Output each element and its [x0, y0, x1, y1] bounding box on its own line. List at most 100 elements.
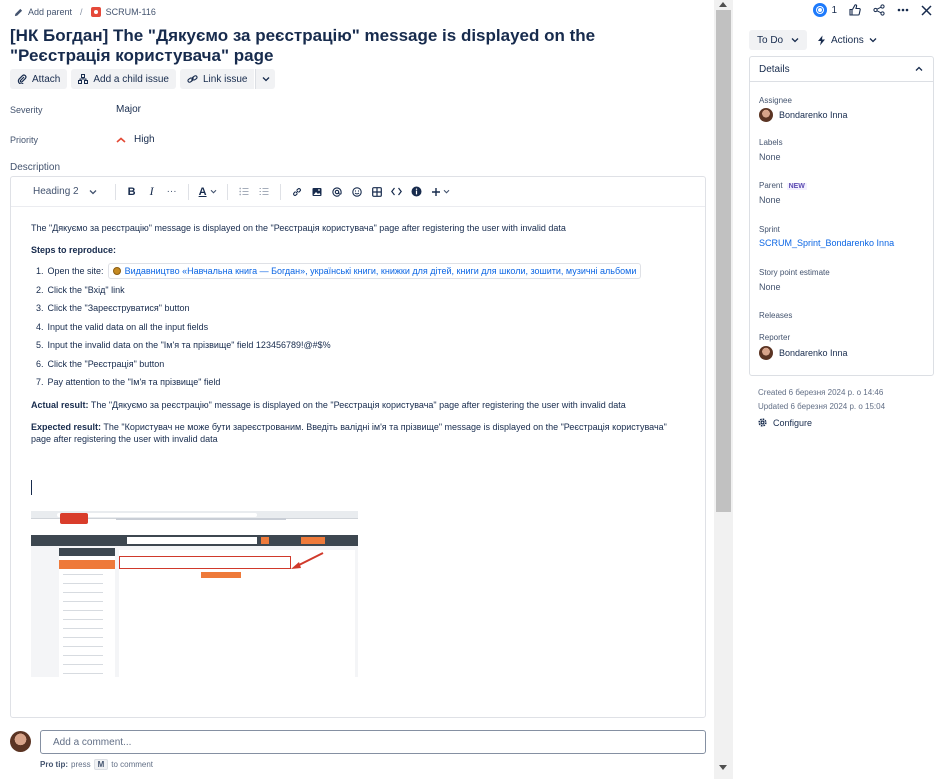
issue-header-actions: 1: [813, 3, 932, 17]
story-points-value[interactable]: None: [759, 282, 781, 292]
thumb-sidebar: [59, 548, 115, 677]
details-title: Details: [759, 63, 790, 75]
keyboard-key-m: M: [93, 759, 109, 770]
parent-value[interactable]: None: [759, 195, 781, 205]
add-comment-input[interactable]: Add a comment...: [40, 730, 706, 754]
link-issue-button[interactable]: Link issue: [179, 69, 255, 89]
labels-value[interactable]: None: [759, 152, 781, 162]
list-item: 5. Input the invalid data on the "Ім'я та…: [36, 340, 331, 351]
table-icon: [371, 186, 382, 197]
watchers-count: 1: [831, 4, 837, 16]
add-child-issue-button[interactable]: Add a child issue: [71, 69, 176, 89]
issue-side-panel: 1 To Do Actions Details Assignee Bondare…: [733, 0, 946, 779]
text-color-glyph: A: [198, 185, 207, 198]
configure-link[interactable]: Configure: [757, 417, 812, 428]
chevron-down-icon: [89, 189, 97, 194]
assignee-label: Assignee: [759, 96, 792, 105]
steps-list: 1. Open the site: Видавництво «Навчальна…: [31, 262, 685, 392]
labels-label: Labels: [759, 138, 783, 147]
attached-screenshot-image[interactable]: [31, 511, 358, 677]
emoji-icon: [351, 186, 362, 197]
created-timestamp: Created 6 березня 2024 р. о 14:46: [758, 388, 884, 397]
assignee-value[interactable]: Bondarenko Inna: [759, 108, 848, 122]
code-icon: [391, 187, 403, 196]
parent-label: Parent NEW: [759, 181, 807, 190]
status-label: To Do: [757, 34, 784, 46]
details-header[interactable]: Details: [750, 57, 933, 82]
scroll-down-arrow-icon[interactable]: [718, 764, 728, 772]
toolbar-divider: [279, 183, 281, 200]
insert-more-button[interactable]: [427, 181, 454, 203]
thumbs-up-icon[interactable]: [849, 4, 861, 16]
actions-dropdown[interactable]: Actions: [811, 30, 883, 50]
plus-icon: [431, 187, 440, 196]
status-dropdown[interactable]: To Do: [749, 30, 808, 50]
severity-field: Severity Major: [10, 104, 141, 115]
chevron-up-icon: [915, 66, 923, 71]
mention-button[interactable]: [327, 181, 347, 203]
severity-value[interactable]: Major: [116, 104, 141, 115]
attach-button[interactable]: Attach: [10, 69, 68, 89]
thumb-site-logo: [60, 513, 88, 524]
info-panel-button[interactable]: [407, 181, 427, 203]
close-icon[interactable]: [921, 4, 932, 16]
reporter-avatar: [759, 346, 773, 360]
sprint-value-link[interactable]: SCRUM_Sprint_Bondarenko Inna: [759, 238, 894, 248]
thumb-sidebar-lines: [63, 574, 103, 674]
scroll-up-arrow-icon[interactable]: [718, 0, 728, 8]
add-parent-label: Add parent: [28, 7, 73, 17]
numbered-list-button[interactable]: [254, 181, 274, 203]
code-block-button[interactable]: [387, 181, 407, 203]
issue-title[interactable]: [НК Богдан] The "Дякуємо за реєстрацію" …: [10, 26, 700, 66]
more-options-icon[interactable]: [897, 8, 909, 12]
releases-label: Releases: [759, 311, 793, 320]
scrollbar-thumb[interactable]: [716, 10, 731, 512]
watch-button[interactable]: 1: [813, 3, 837, 17]
text-color-button[interactable]: A: [195, 181, 221, 203]
priority-value-wrapper[interactable]: High: [116, 134, 155, 145]
list-item: 2. Click the "Вхід" link: [36, 284, 125, 295]
site-inline-card-link[interactable]: Видавництво «Навчальна книга — Богдан», …: [107, 263, 642, 280]
insert-table-button[interactable]: [367, 181, 387, 203]
add-child-label: Add a child issue: [93, 73, 169, 85]
main-scrollbar[interactable]: [714, 0, 733, 779]
list-item: 4. Input the valid data on all the input …: [36, 321, 209, 332]
list-item: 3. Click the "Зареєструватися" button: [36, 303, 190, 314]
emoji-button[interactable]: [347, 181, 367, 203]
thumb-cart-button: [301, 537, 325, 544]
thumb-sidebar-header: [59, 548, 115, 556]
heading-style-dropdown[interactable]: Heading 2: [21, 181, 109, 203]
lightning-icon: [818, 35, 825, 45]
pencil-icon: [14, 8, 23, 16]
bullet-list-button[interactable]: [234, 181, 254, 203]
issue-key-link[interactable]: SCRUM-116: [90, 7, 156, 17]
italic-button[interactable]: I: [142, 181, 162, 203]
insert-image-button[interactable]: [307, 181, 327, 203]
description-intro: The "Дякуємо за реєстрацію" message is d…: [31, 223, 566, 233]
chevron-down-icon: [869, 38, 877, 43]
breadcrumb: Add parent / SCRUM-116: [14, 5, 156, 19]
description-label: Description: [10, 162, 61, 173]
share-icon[interactable]: [873, 4, 885, 16]
description-content[interactable]: The "Дякуємо за реєстрацію" message is d…: [11, 207, 705, 445]
list-item: 6. Click the "Реєстрація" button: [36, 358, 165, 369]
thumb-highlight-box: [119, 556, 291, 569]
story-points-label: Story point estimate: [759, 268, 830, 277]
breadcrumb-separator: /: [80, 7, 83, 17]
more-actions-dropdown[interactable]: [255, 69, 276, 89]
chevron-down-icon: [791, 38, 799, 43]
priority-value: High: [134, 134, 155, 145]
reporter-value[interactable]: Bondarenko Inna: [759, 346, 848, 360]
sprint-label: Sprint: [759, 225, 780, 234]
more-formatting-button[interactable]: ···: [162, 181, 182, 203]
description-editor[interactable]: Heading 2 B I ··· A The "Дякуємо за реєс…: [10, 176, 706, 718]
link-icon: [292, 187, 301, 196]
heading-style-label: Heading 2: [33, 186, 79, 197]
insert-link-button[interactable]: [287, 181, 307, 203]
thumb-nav-line: [116, 518, 286, 520]
toolbar-divider: [226, 183, 228, 200]
text-cursor: [31, 480, 32, 495]
bold-button[interactable]: B: [122, 181, 142, 203]
add-parent-link[interactable]: Add parent: [14, 7, 72, 17]
chevron-down-icon: [210, 189, 216, 194]
